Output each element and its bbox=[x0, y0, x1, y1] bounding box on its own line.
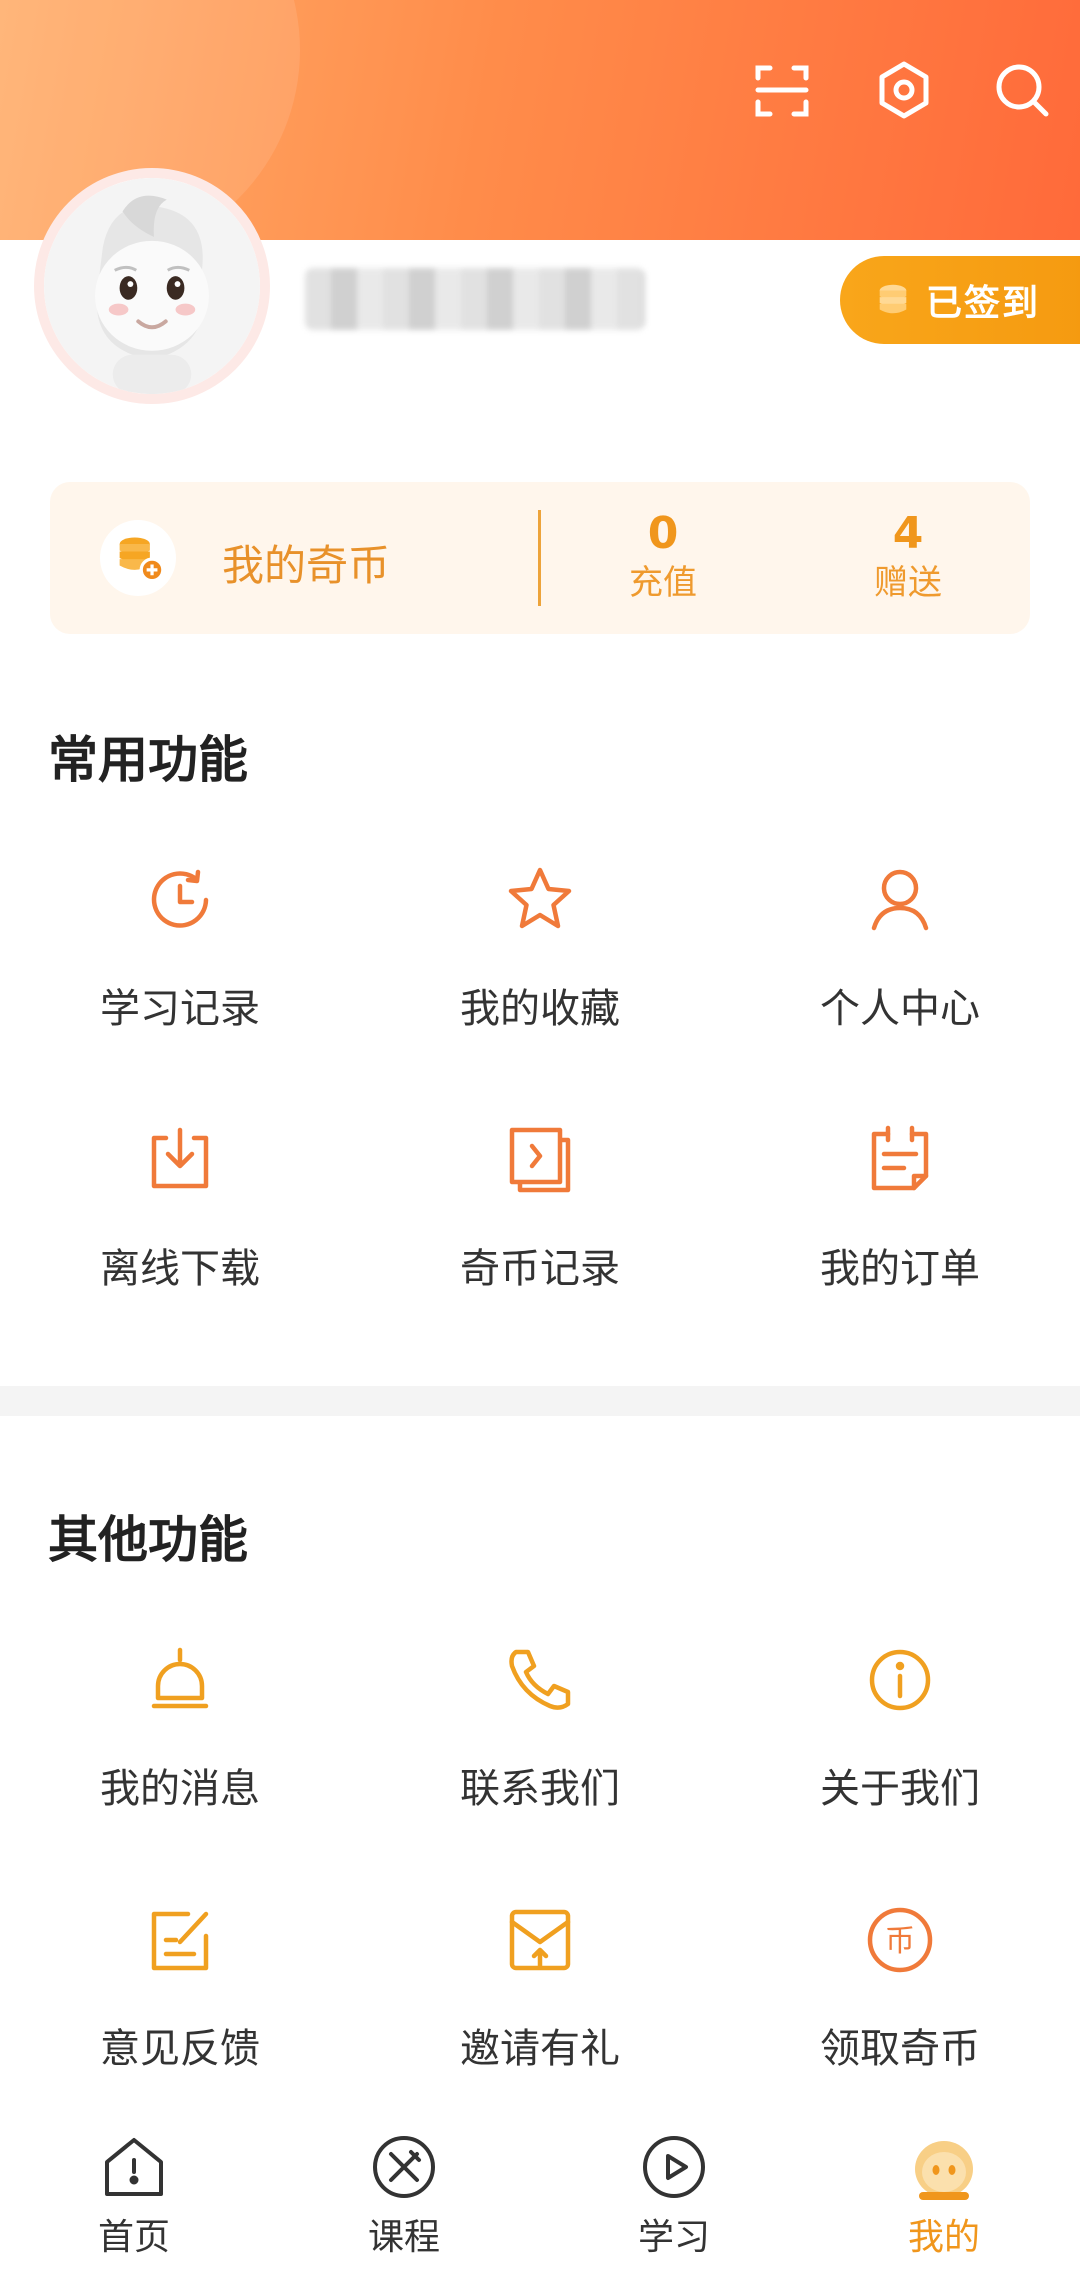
avatar[interactable] bbox=[34, 168, 270, 404]
info-icon bbox=[852, 1632, 948, 1728]
grid-item-personal-center[interactable]: 个人中心 bbox=[750, 852, 1050, 1034]
tab-course[interactable]: 课程 bbox=[304, 2130, 504, 2260]
grid-item-coin-record[interactable]: 奇币记录 bbox=[390, 1112, 690, 1294]
tab-label: 课程 bbox=[367, 2217, 440, 2258]
tab-mine[interactable]: 我的 bbox=[844, 2130, 1044, 2260]
mine-icon bbox=[907, 2130, 981, 2204]
section-title-other: 其他功能 bbox=[48, 1511, 248, 1569]
gift-label: 赠送 bbox=[874, 563, 942, 603]
grid-label: 意见反馈 bbox=[100, 2026, 260, 2072]
grid-label: 关于我们 bbox=[820, 1766, 980, 1812]
grid-item-study-record[interactable]: 学习记录 bbox=[30, 852, 330, 1034]
tab-label: 首页 bbox=[97, 2217, 170, 2258]
section-title-common: 常用功能 bbox=[48, 731, 248, 789]
bell-icon bbox=[132, 1632, 228, 1728]
grid-label: 联系我们 bbox=[460, 1766, 620, 1812]
grid-item-favorites[interactable]: 我的收藏 bbox=[390, 852, 690, 1034]
user-icon bbox=[852, 852, 948, 948]
grid-item-offline-download[interactable]: 离线下载 bbox=[30, 1112, 330, 1294]
username-blurred bbox=[305, 268, 645, 330]
gift-stat[interactable]: 4 赠送 bbox=[828, 508, 988, 606]
coin-record-icon bbox=[492, 1112, 588, 1208]
signin-button[interactable]: 已签到 bbox=[840, 256, 1080, 344]
invite-envelope-icon bbox=[492, 1892, 588, 1988]
coin-wallet-icon bbox=[100, 520, 176, 596]
grid-label: 我的订单 bbox=[820, 1246, 980, 1292]
recharge-label: 充值 bbox=[629, 563, 697, 603]
recharge-stat[interactable]: 0 充值 bbox=[583, 508, 743, 606]
coin-stack-icon bbox=[879, 284, 907, 314]
download-icon bbox=[132, 1112, 228, 1208]
tab-label: 学习 bbox=[637, 2217, 710, 2258]
grid-label: 奇币记录 bbox=[460, 1246, 620, 1292]
history-clock-icon bbox=[132, 852, 228, 948]
star-icon bbox=[492, 852, 588, 948]
settings-hexagon-icon[interactable] bbox=[872, 58, 936, 122]
coin-divider bbox=[538, 510, 541, 606]
feedback-icon bbox=[132, 1892, 228, 1988]
grid-item-about-us[interactable]: 关于我们 bbox=[750, 1632, 1050, 1814]
recharge-value: 0 bbox=[647, 508, 679, 559]
grid-item-my-orders[interactable]: 我的订单 bbox=[750, 1112, 1050, 1294]
coin-panel[interactable]: 我的奇币 0 充值 4 赠送 bbox=[50, 482, 1030, 634]
grid-label: 个人中心 bbox=[820, 986, 980, 1032]
signin-label: 已签到 bbox=[926, 283, 1041, 324]
search-icon[interactable] bbox=[990, 58, 1054, 122]
grid-label: 离线下载 bbox=[100, 1246, 260, 1292]
section-divider bbox=[0, 1386, 1080, 1416]
svg-text:币: 币 bbox=[885, 1924, 915, 1959]
scan-icon[interactable] bbox=[750, 58, 814, 122]
gift-value: 4 bbox=[892, 508, 924, 559]
phone-icon bbox=[492, 1632, 588, 1728]
grid-item-invite[interactable]: 邀请有礼 bbox=[390, 1892, 690, 2074]
tab-study[interactable]: 学习 bbox=[574, 2130, 774, 2260]
play-icon bbox=[637, 2130, 711, 2204]
home-icon bbox=[97, 2130, 171, 2204]
grid-label: 我的消息 bbox=[100, 1766, 260, 1812]
tab-label: 我的 bbox=[907, 2217, 980, 2258]
grid-label: 邀请有礼 bbox=[460, 2026, 620, 2072]
coin-icon: 币 bbox=[852, 1892, 948, 1988]
grid-label: 领取奇币 bbox=[820, 2026, 980, 2072]
course-icon bbox=[367, 2130, 441, 2204]
grid-label: 我的收藏 bbox=[460, 986, 620, 1032]
grid-item-claim-coins[interactable]: 币 领取奇币 bbox=[750, 1892, 1050, 2074]
grid-item-messages[interactable]: 我的消息 bbox=[30, 1632, 330, 1814]
coin-title: 我的奇币 bbox=[222, 541, 391, 590]
bottom-tab-bar: 首页 课程 学习 我的 bbox=[0, 2120, 1080, 2279]
tab-home[interactable]: 首页 bbox=[34, 2130, 234, 2260]
grid-label: 学习记录 bbox=[100, 986, 260, 1032]
grid-item-feedback[interactable]: 意见反馈 bbox=[30, 1892, 330, 2074]
order-icon bbox=[852, 1112, 948, 1208]
grid-item-contact-us[interactable]: 联系我们 bbox=[390, 1632, 690, 1814]
